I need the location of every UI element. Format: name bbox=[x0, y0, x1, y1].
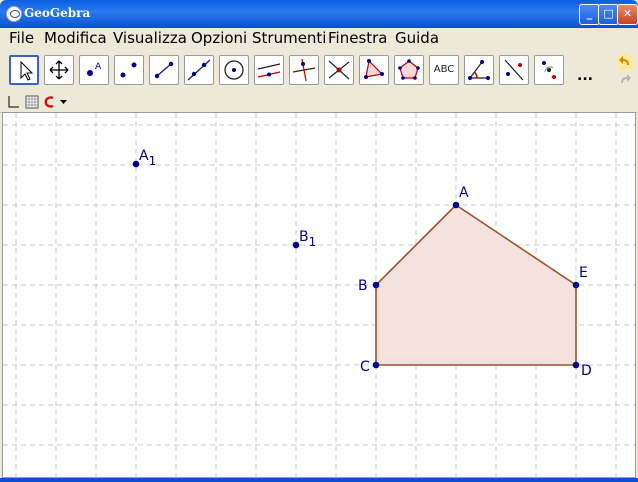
point-label: B1 bbox=[299, 229, 316, 249]
window-title: GeoGebra bbox=[24, 6, 91, 20]
line-icon bbox=[187, 59, 211, 81]
move-view-tool-button[interactable] bbox=[44, 55, 74, 85]
graphics-view[interactable]: A1 B1 A B C D E bbox=[2, 112, 636, 478]
text-tool-icon: ABC bbox=[433, 64, 455, 75]
two-points-tool-button[interactable] bbox=[114, 55, 144, 85]
maximize-button[interactable]: □ bbox=[598, 4, 619, 25]
polygon-tool-button[interactable] bbox=[359, 55, 389, 85]
intersect-tool-button[interactable] bbox=[324, 55, 354, 85]
menu-guida[interactable]: Guida bbox=[395, 29, 439, 47]
graphics-canvas[interactable]: A1B1ABC DE bbox=[3, 113, 635, 477]
move-view-icon bbox=[49, 60, 69, 80]
axes-toggle-icon[interactable] bbox=[6, 95, 20, 109]
pointer-icon bbox=[20, 60, 34, 81]
regular-polygon-tool-button[interactable] bbox=[394, 55, 424, 85]
style-bar bbox=[0, 92, 638, 113]
point-capturing-icon[interactable] bbox=[43, 95, 57, 109]
perpendicular-line-icon bbox=[292, 58, 316, 82]
reflect-point-icon bbox=[542, 61, 556, 79]
circle-center-point-icon bbox=[224, 60, 244, 80]
polygon-icon bbox=[364, 59, 384, 79]
two-points-icon bbox=[120, 62, 137, 78]
point-label: B bbox=[358, 278, 368, 294]
segment-icon bbox=[154, 61, 174, 79]
text-tool-button[interactable]: ABC bbox=[429, 55, 459, 85]
perpendicular-line-tool-button[interactable] bbox=[289, 55, 319, 85]
intersect-icon bbox=[328, 60, 350, 80]
menu-modifica[interactable]: Modifica bbox=[44, 29, 107, 47]
menu-file[interactable]: File bbox=[9, 29, 34, 47]
regular-polygon-icon bbox=[398, 59, 420, 80]
reflect-point-tool-button[interactable] bbox=[534, 55, 564, 85]
minimize-button[interactable]: _ bbox=[579, 4, 600, 25]
point-label-subscript: 1 bbox=[149, 154, 157, 168]
point-c[interactable] bbox=[372, 361, 380, 369]
menu-opzioni[interactable]: Opzioni bbox=[191, 29, 247, 47]
menu-visualizza[interactable]: Visualizza bbox=[113, 29, 187, 47]
point-label-subscript: 1 bbox=[309, 235, 317, 249]
menu-strumenti[interactable]: Strumenti bbox=[252, 29, 326, 47]
menu-bar: File Modifica Visualizza Opzioni Strumen… bbox=[0, 28, 638, 50]
point-b[interactable] bbox=[372, 281, 380, 289]
new-point-icon: A bbox=[87, 62, 102, 76]
line-tool-button[interactable] bbox=[184, 55, 214, 85]
menu-finestra[interactable]: Finestra bbox=[328, 29, 388, 47]
angle-tool-button[interactable] bbox=[464, 55, 494, 85]
point-e[interactable] bbox=[572, 281, 580, 289]
window-frame bbox=[0, 478, 638, 482]
point-label: E bbox=[579, 265, 588, 281]
point-label: A bbox=[459, 185, 469, 201]
new-point-tool-button[interactable]: A bbox=[79, 55, 109, 85]
point-d[interactable] bbox=[572, 361, 580, 369]
undo-icon[interactable] bbox=[617, 54, 633, 70]
tool-bar: A ABC bbox=[0, 50, 638, 92]
point-label: C bbox=[360, 359, 370, 375]
polygon-abcde bbox=[375, 203, 577, 366]
pointer-tool-button[interactable] bbox=[9, 55, 39, 85]
segment-tool-button[interactable] bbox=[149, 55, 179, 85]
grid-toggle-icon[interactable] bbox=[25, 95, 39, 109]
reflect-line-icon bbox=[504, 59, 524, 81]
parallel-line-tool-button[interactable] bbox=[254, 55, 284, 85]
title-bar: GeoGebra _ □ ✕ bbox=[0, 0, 638, 28]
angle-icon bbox=[468, 60, 490, 80]
more-tools-button[interactable]: ... bbox=[577, 68, 593, 84]
point-a[interactable] bbox=[452, 201, 460, 209]
chevron-down-icon[interactable] bbox=[59, 98, 68, 106]
svg-text:A: A bbox=[95, 62, 102, 72]
point-label: D bbox=[581, 363, 592, 379]
parallel-line-icon bbox=[257, 63, 281, 78]
geogebra-app-icon bbox=[6, 6, 22, 22]
close-button[interactable]: ✕ bbox=[617, 4, 638, 25]
reflect-line-tool-button[interactable] bbox=[499, 55, 529, 85]
redo-icon[interactable] bbox=[617, 72, 633, 88]
circle-tool-button[interactable] bbox=[219, 55, 249, 85]
